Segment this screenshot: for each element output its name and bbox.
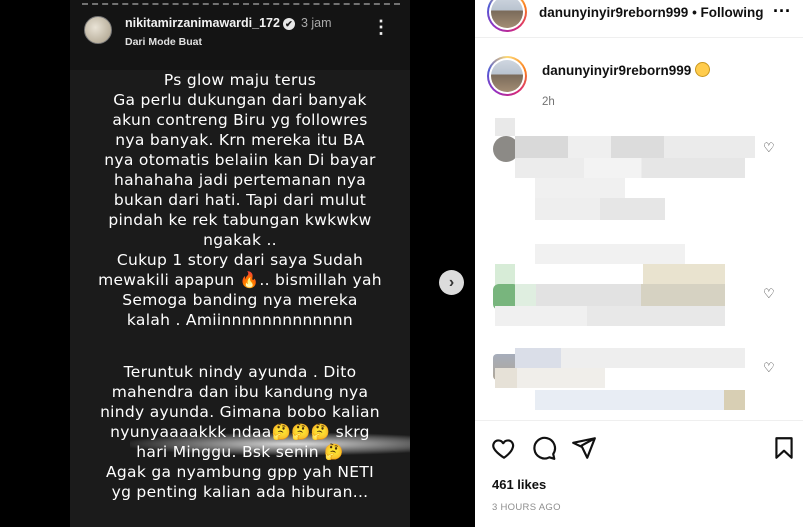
pixelated-content: [495, 368, 605, 388]
story-text-line: Semoga banding nya mereka: [122, 291, 358, 309]
story-header: nikitamirzanimawardi_172 ✔ 3 jam Dari Mode…: [80, 12, 400, 52]
likes-count[interactable]: 461 likes: [492, 477, 546, 492]
post-side-panel: danunyinyir9reborn999 • Following ··· da…: [475, 0, 803, 527]
story-text-line: Ps glow maju terus: [163, 71, 317, 89]
pixelated-content: [515, 136, 755, 158]
comment-like-icon[interactable]: ♡: [763, 361, 775, 374]
bookmark-icon[interactable]: [771, 435, 797, 461]
pixelated-content: [535, 244, 685, 264]
story-text-line: nyunyaaaakkk ndaa🤔🤔🤔 skrg: [110, 423, 370, 441]
grinning-squint-emoji-icon: [695, 62, 711, 77]
pixelated-content: [535, 178, 625, 198]
story-text-line: akun contreng Biru yg followres: [112, 111, 368, 129]
story-text-line: Teruntuk nindy ayunda . Dito: [123, 363, 357, 381]
post-header: danunyinyir9reborn999 • Following ···: [475, 0, 803, 38]
story-viewer: nikitamirzanimawardi_172 ✔ 3 jam Dari Mode…: [0, 0, 475, 527]
story-text-line: kalah . Amiinnnnnnnnnnnnn: [126, 311, 354, 329]
comment-item: ♡: [493, 118, 783, 228]
pixelated-content: [515, 284, 725, 306]
story-text-line: hari Minggu. Bsk senin 🤔: [136, 443, 344, 461]
following-button[interactable]: Following: [701, 5, 764, 20]
pixelated-content: [643, 264, 725, 284]
more-vertical-icon: ⋮: [372, 17, 390, 37]
story-subtitle: Dari Mode Buat: [125, 36, 203, 48]
pixelated-content: [535, 390, 745, 410]
post-actions: 461 likes 3 HOURS AGO: [475, 420, 803, 527]
story-text-line: nindy ayunda. Gimana bobo kalian: [100, 403, 380, 421]
header-avatar[interactable]: [487, 0, 527, 32]
story-text-line: yg penting kalian ada hiburan...: [111, 483, 369, 501]
story-username: nikitamirzanimawardi_172 ✔ 3 jam: [125, 16, 332, 30]
story-time: 3 jam: [300, 16, 332, 30]
pixelated-content: [515, 348, 745, 368]
story-text-block-1: Ps glow maju terus Ga perlu dukungan dari…: [70, 70, 410, 330]
story-text-line: nya banyak. Krn mereka itu BA: [115, 131, 365, 149]
header-user-line: danunyinyir9reborn999 • Following: [539, 5, 764, 20]
heart-icon[interactable]: [491, 435, 517, 461]
story-text-line: hahahaha jadi pertemanan nya: [113, 171, 367, 189]
story-text-line: mewakili apapun 🔥.. bismillah yah: [98, 271, 382, 289]
caption-username[interactable]: danunyinyir9reborn999: [542, 63, 691, 78]
comment-icon[interactable]: [531, 435, 557, 461]
story-text-line: nya otomatis belaiin kan Di bayar: [104, 151, 376, 169]
comment-item: ♡: [493, 244, 783, 328]
chevron-right-icon: ›: [448, 274, 455, 291]
pixelated-content: [495, 306, 725, 326]
story-text-line: ngakak ..: [203, 231, 277, 249]
story-image: nikitamirzanimawardi_172 ✔ 3 jam Dari Mode…: [70, 0, 410, 527]
story-text-line: pindah ke rek tabungan kwkwkw: [108, 211, 372, 229]
comment-item: ♡: [493, 346, 783, 416]
comment-like-icon[interactable]: ♡: [763, 141, 775, 154]
story-text-line: bukan dari hati. Tapi dari mulut: [113, 191, 367, 209]
caption-avatar[interactable]: [487, 56, 527, 96]
header-separator: •: [688, 5, 701, 20]
paper-plane-icon[interactable]: [571, 435, 597, 461]
caption-line: danunyinyir9reborn999: [542, 62, 711, 78]
story-avatar: [84, 16, 112, 44]
story-text-line: Agak ga nyambung gpp yah NETI: [106, 463, 374, 481]
story-text-block-2: Teruntuk nindy ayunda . Dito mahendra dan…: [70, 362, 410, 502]
story-username-text: nikitamirzanimawardi_172: [125, 16, 280, 30]
story-text-line: Cukup 1 story dari saya Sudah: [116, 251, 364, 269]
post-timestamp: 3 HOURS AGO: [492, 502, 561, 513]
story-text-line: mahendra dan ibu kandung nya: [111, 383, 369, 401]
caption-time: 2h: [542, 96, 555, 108]
pixelated-content: [535, 198, 665, 220]
next-slide-button[interactable]: ›: [439, 270, 464, 295]
more-options-button[interactable]: ···: [773, 1, 791, 22]
pixelated-content: [495, 264, 515, 286]
story-progress-bar: [82, 3, 400, 5]
header-username[interactable]: danunyinyir9reborn999: [539, 5, 688, 20]
pixelated-content: [495, 118, 515, 136]
story-text-line: Ga perlu dukungan dari banyak: [113, 91, 367, 109]
verified-badge-icon: ✔: [282, 17, 295, 30]
comment-like-icon[interactable]: ♡: [763, 287, 775, 300]
pixelated-content: [515, 158, 745, 178]
